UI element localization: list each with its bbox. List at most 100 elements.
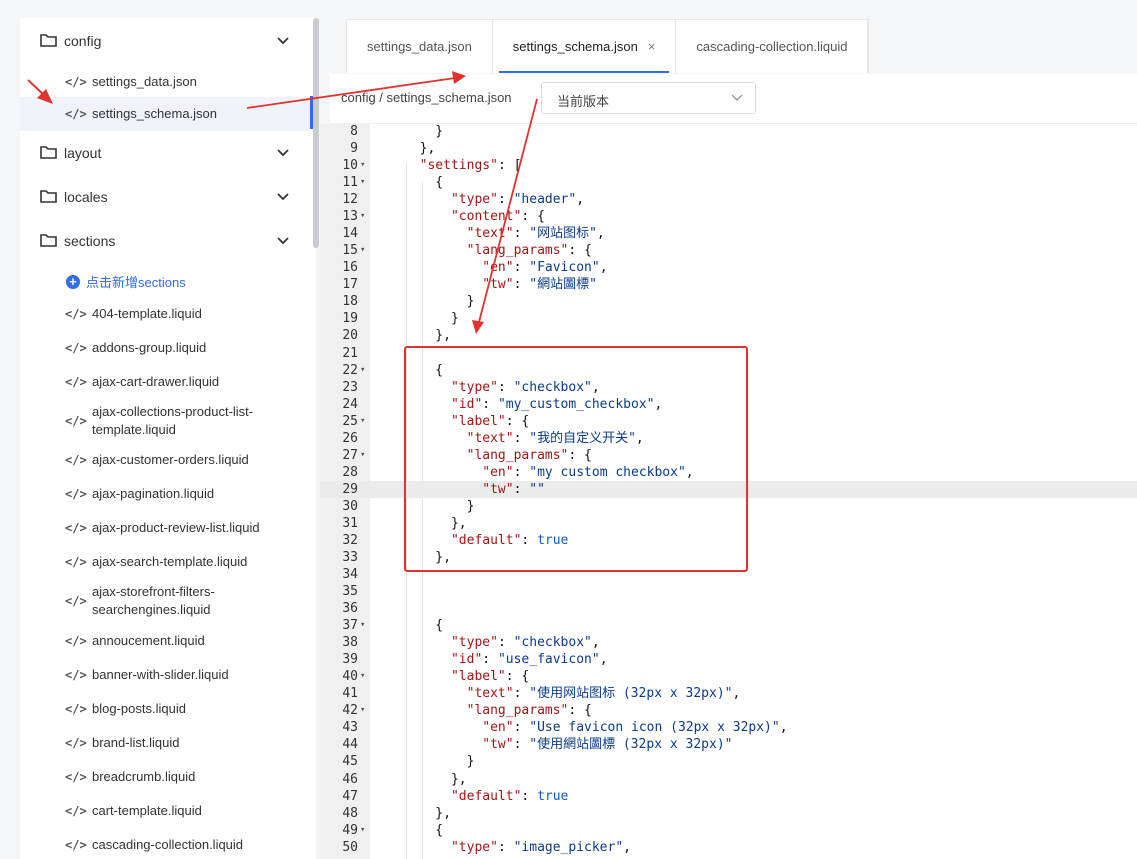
- line-number: 39: [342, 652, 358, 667]
- code-line: 41 "text": "使用网站图标 (32px x 32px)",: [320, 685, 1137, 702]
- line-number: 22: [342, 363, 358, 378]
- fold-toggle-icon[interactable]: ▾: [360, 174, 365, 191]
- code-line: 10 ▾ "settings": [: [320, 157, 1137, 174]
- tab-settings-data[interactable]: settings_data.json: [347, 20, 493, 73]
- folder-sections[interactable]: sections: [20, 223, 310, 259]
- code-icon: </>: [65, 375, 87, 389]
- section-file-item[interactable]: </> ajax-collections-product-list-templat…: [20, 403, 310, 439]
- code-icon: </>: [65, 414, 87, 428]
- line-number: 27: [342, 448, 358, 463]
- section-file-item[interactable]: </> cart-template.liquid: [20, 800, 310, 822]
- folder-icon: [40, 146, 57, 159]
- code-line: 45 }: [320, 753, 1137, 770]
- version-select-value: 当前版本: [557, 94, 610, 109]
- code-line: 8 }: [320, 124, 1137, 140]
- code-icon: </>: [65, 75, 87, 89]
- section-file-item[interactable]: </> ajax-customer-orders.liquid: [20, 449, 310, 471]
- folder-locales[interactable]: locales: [20, 179, 310, 215]
- file-name: settings_schema.json: [92, 106, 218, 121]
- chevron-down-icon[interactable]: [276, 147, 290, 157]
- section-file-item[interactable]: </> addons-group.liquid: [20, 337, 310, 359]
- section-file-item[interactable]: </> ajax-cart-drawer.liquid: [20, 371, 310, 393]
- sidebar-scrollbar[interactable]: [313, 18, 319, 248]
- chevron-down-icon: [731, 94, 743, 101]
- fold-toggle-icon[interactable]: ▾: [360, 413, 365, 430]
- fold-toggle-icon[interactable]: ▾: [360, 702, 365, 719]
- tab-cascading-collection[interactable]: cascading-collection.liquid: [676, 20, 869, 73]
- code-line: 35: [320, 583, 1137, 600]
- folder-config[interactable]: config: [20, 23, 310, 59]
- line-number: 23: [342, 380, 358, 395]
- add-sections-label: 点击新增sections: [86, 275, 186, 290]
- line-number: 18: [342, 294, 358, 309]
- section-file-item[interactable]: </> ajax-storefront-filters-searchengines…: [20, 583, 310, 619]
- annotation-highlight-box: [404, 346, 748, 572]
- line-number: 44: [342, 737, 358, 752]
- folder-label: config: [64, 33, 102, 49]
- section-file-item[interactable]: </> ajax-search-template.liquid: [20, 551, 310, 573]
- code-line: 13 ▾ "content": {: [320, 208, 1137, 225]
- section-file-item[interactable]: </> annoucement.liquid: [20, 630, 310, 652]
- code-icon: </>: [65, 487, 87, 501]
- file-name: annoucement.liquid: [92, 633, 205, 648]
- folder-label: locales: [64, 189, 108, 205]
- line-number: 11: [342, 175, 358, 190]
- code-text: },: [404, 806, 451, 821]
- line-number: 29: [342, 482, 358, 497]
- code-text: "type": "image_picker",: [450, 840, 631, 855]
- line-number: 37: [342, 618, 358, 633]
- code-text: }: [404, 754, 475, 769]
- line-number: 8: [350, 124, 358, 139]
- file-name: 404-template.liquid: [92, 306, 202, 321]
- line-number: 30: [342, 499, 358, 514]
- line-number: 40: [342, 669, 358, 684]
- section-file-item[interactable]: </> brand-list.liquid: [20, 732, 310, 754]
- fold-toggle-icon[interactable]: ▾: [360, 362, 365, 379]
- section-file-item[interactable]: </> breadcrumb.liquid: [20, 766, 310, 788]
- fold-toggle-icon[interactable]: ▾: [360, 668, 365, 685]
- code-text: "text": "网站图标",: [466, 226, 605, 241]
- fold-toggle-icon[interactable]: ▾: [360, 617, 365, 634]
- chevron-down-icon[interactable]: [276, 35, 290, 45]
- code-icon: </>: [65, 736, 87, 750]
- fold-toggle-icon[interactable]: ▾: [360, 208, 365, 225]
- chevron-down-icon[interactable]: [276, 191, 290, 201]
- line-number: 10: [342, 158, 358, 173]
- line-number: 36: [342, 601, 358, 616]
- section-file-item[interactable]: </> ajax-product-review-list.liquid: [20, 517, 310, 539]
- code-icon: </>: [65, 521, 87, 535]
- code-line: 12 "type": "header",: [320, 191, 1137, 208]
- line-number: 24: [342, 397, 358, 412]
- add-sections-button[interactable]: + 点击新增sections: [66, 272, 186, 291]
- section-file-item[interactable]: </> banner-with-slider.liquid: [20, 664, 310, 686]
- section-file-item[interactable]: </> cascading-collection.liquid: [20, 834, 310, 856]
- close-icon[interactable]: ×: [648, 39, 656, 54]
- code-text: }: [404, 294, 475, 309]
- version-select[interactable]: 当前版本: [541, 82, 756, 114]
- line-number: 48: [342, 806, 358, 821]
- code-icon: </>: [65, 307, 87, 321]
- tab-settings-schema[interactable]: settings_schema.json ×: [493, 20, 677, 73]
- editor-tabs: settings_data.json settings_schema.json …: [346, 19, 870, 73]
- file-settings-schema[interactable]: </> settings_schema.json: [20, 97, 310, 131]
- chevron-down-icon[interactable]: [276, 235, 290, 245]
- code-line: 20 },: [320, 327, 1137, 344]
- file-name: cart-template.liquid: [92, 803, 202, 818]
- section-file-item[interactable]: </> 404-template.liquid: [20, 303, 310, 325]
- section-file-item[interactable]: </> ajax-pagination.liquid: [20, 483, 310, 505]
- fold-toggle-icon[interactable]: ▾: [360, 447, 365, 464]
- file-name: ajax-customer-orders.liquid: [92, 452, 249, 467]
- code-text: "en": "Favicon",: [482, 260, 608, 275]
- code-line: 14 "text": "网站图标",: [320, 225, 1137, 242]
- fold-toggle-icon[interactable]: ▾: [360, 157, 365, 174]
- file-name: breadcrumb.liquid: [92, 769, 196, 784]
- fold-toggle-icon[interactable]: ▾: [360, 822, 365, 839]
- section-file-item[interactable]: </> blog-posts.liquid: [20, 698, 310, 720]
- code-line: 50 "type": "image_picker",: [320, 839, 1137, 856]
- code-text: "default": true: [450, 789, 569, 804]
- code-text: "id": "use_favicon",: [450, 652, 608, 667]
- folder-layout[interactable]: layout: [20, 135, 310, 171]
- file-name: settings_data.json: [92, 74, 197, 89]
- fold-toggle-icon[interactable]: ▾: [360, 242, 365, 259]
- file-settings-data[interactable]: </> settings_data.json: [20, 70, 310, 94]
